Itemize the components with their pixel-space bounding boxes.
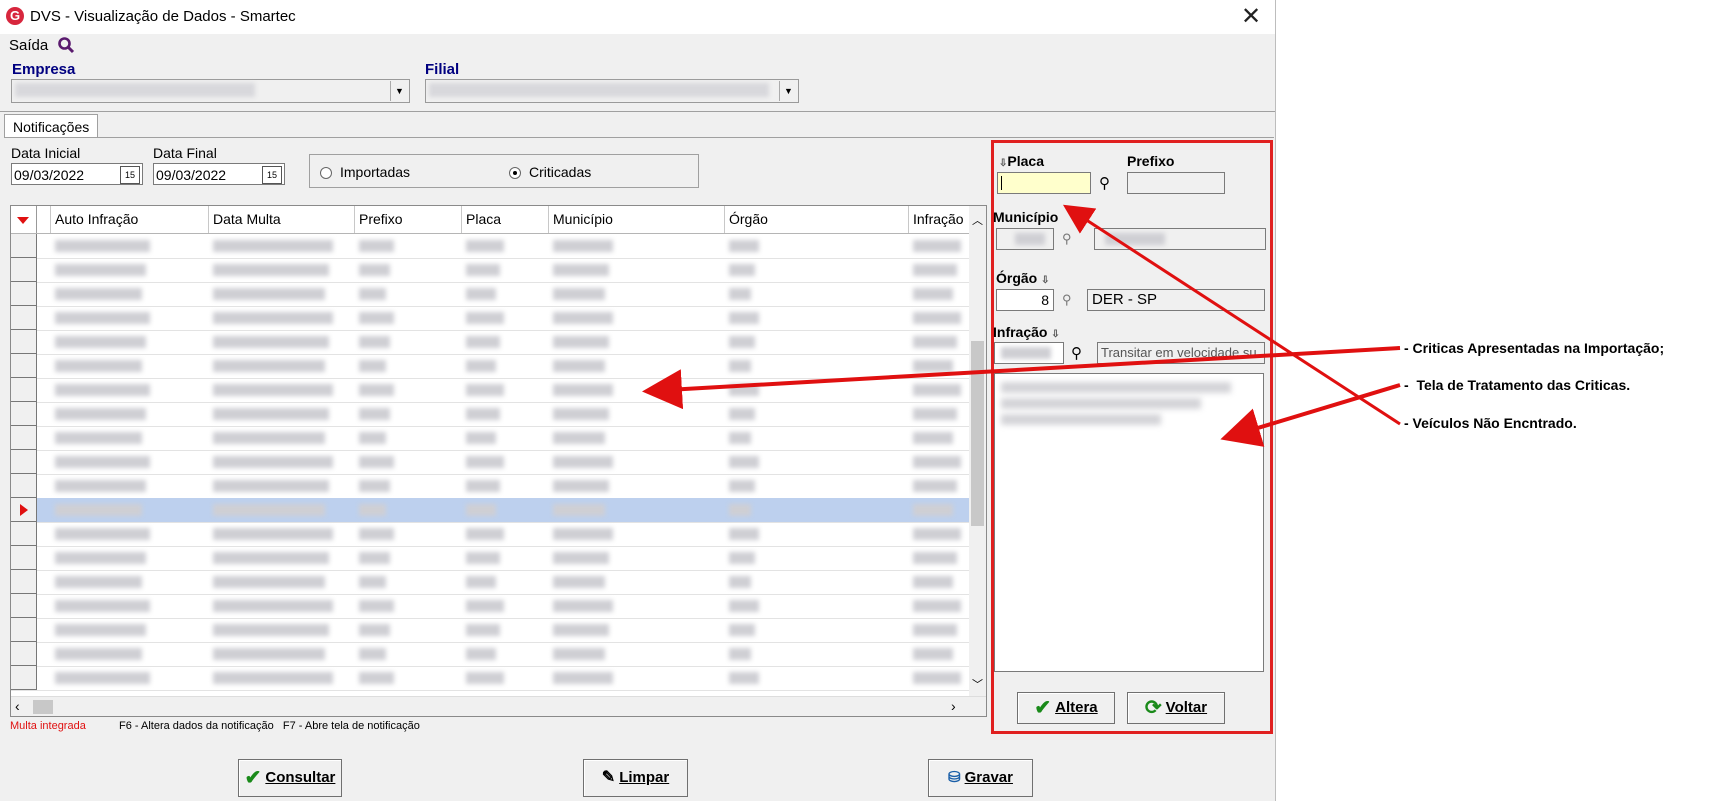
arrow-tela-tratamento bbox=[1220, 383, 1401, 447]
annotation-veiculos: - Veículos Não Encntrado. bbox=[1404, 415, 1577, 431]
annotation-arrows bbox=[642, 204, 1401, 447]
annotation-tela-tratamento: - Tela de Tratamento das Criticas. bbox=[1404, 377, 1631, 393]
annotation-criticas: - Criticas Apresentadas na Importação; bbox=[1404, 340, 1665, 356]
arrow-veiculos-nao-encontrado bbox=[1062, 204, 1401, 426]
arrow-criticas-importacao bbox=[642, 346, 1401, 410]
